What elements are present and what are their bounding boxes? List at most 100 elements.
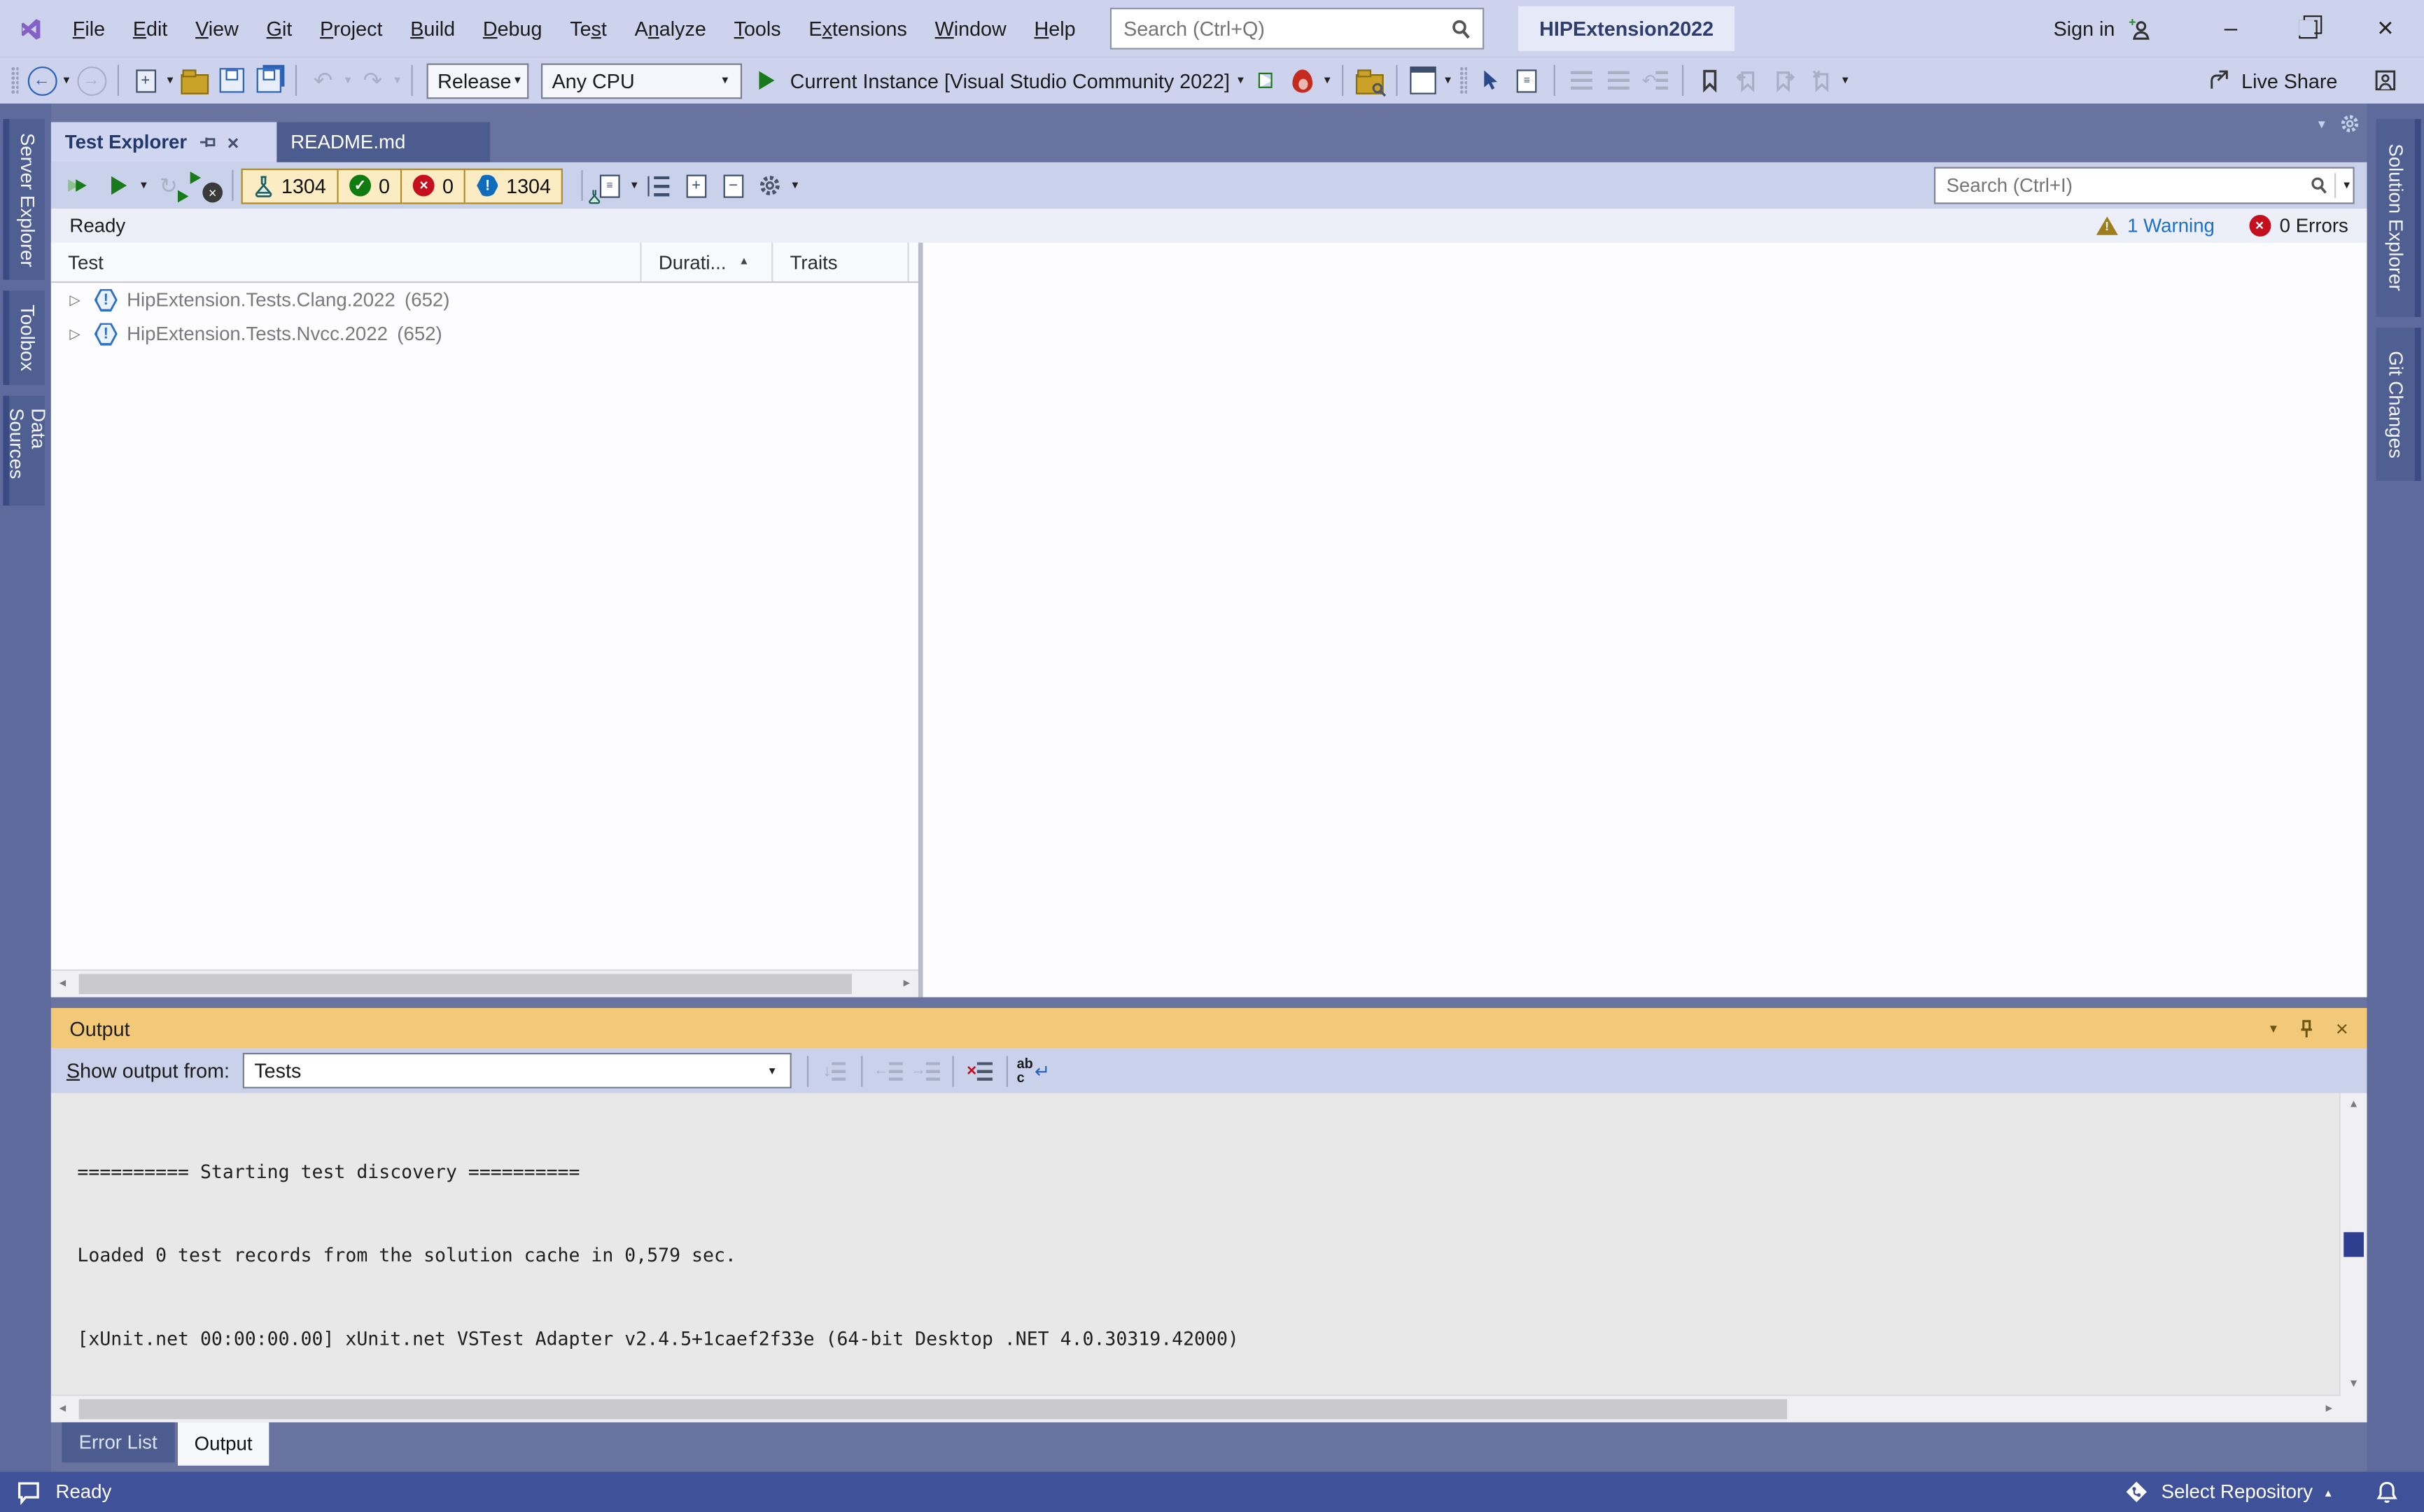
menu-file[interactable]: File <box>59 10 119 46</box>
menu-project[interactable]: Project <box>306 10 396 46</box>
select-repository-button[interactable]: Select Repository ▴ <box>2124 1480 2332 1504</box>
close-button[interactable]: × <box>2347 0 2424 57</box>
undo-button[interactable]: ↶ <box>306 62 340 99</box>
window-position-dropdown[interactable]: ▾ <box>2270 1020 2277 1037</box>
clear-bookmarks-button[interactable] <box>1804 62 1838 99</box>
menu-help[interactable]: Help <box>1021 10 1090 46</box>
feedback-bubble-icon[interactable] <box>15 1479 42 1506</box>
close-icon[interactable]: × <box>227 131 239 154</box>
previous-bookmark-button[interactable] <box>1729 62 1763 99</box>
redo-dropdown[interactable]: ▾ <box>394 74 400 87</box>
expand-all-button[interactable]: + <box>679 167 713 204</box>
feedback-button[interactable] <box>2369 62 2403 99</box>
save-button[interactable] <box>215 62 249 99</box>
test-tree-row[interactable]: ▷ ! HipExtension.Tests.Nvcc.2022 (652) <box>51 317 918 351</box>
scroll-up-button[interactable]: ▲ <box>2342 1093 2365 1116</box>
menu-analyze[interactable]: Analyze <box>621 10 720 46</box>
start-debug-button[interactable] <box>750 62 784 99</box>
test-search-input[interactable] <box>1935 175 2308 197</box>
run-target-label[interactable]: Current Instance [Visual Studio Communit… <box>790 69 1230 92</box>
tab-error-list[interactable]: Error List <box>62 1422 174 1462</box>
collapse-all-button[interactable]: − <box>716 167 750 204</box>
gear-icon[interactable] <box>2339 113 2361 134</box>
menu-tools[interactable]: Tools <box>720 10 795 46</box>
scroll-right-button[interactable]: ► <box>895 972 918 995</box>
output-title-bar[interactable]: Output ▾ × <box>51 1008 2367 1048</box>
start-without-debug-button[interactable] <box>1249 62 1283 99</box>
repeat-last-run-button[interactable]: ↻ <box>151 167 185 204</box>
navigate-back-button[interactable]: ← <box>24 62 59 99</box>
tab-test-explorer[interactable]: Test Explorer × <box>51 122 295 162</box>
sidebar-item-data-sources[interactable]: Data Sources <box>3 396 45 505</box>
document-outline-button[interactable]: ≡ <box>1510 62 1544 99</box>
tab-list-dropdown[interactable]: ▾ <box>2318 115 2325 132</box>
filter-not-run-tests-button[interactable]: ! 1304 <box>466 168 563 204</box>
new-project-button[interactable]: + <box>128 62 162 99</box>
new-project-dropdown[interactable]: ▾ <box>167 74 174 87</box>
pin-icon[interactable] <box>2297 1018 2316 1038</box>
quick-search-input[interactable] <box>1111 17 1448 40</box>
menu-extensions[interactable]: Extensions <box>795 10 921 46</box>
find-in-files-button[interactable] <box>1352 62 1387 99</box>
close-icon[interactable]: × <box>2336 1016 2348 1040</box>
configuration-combo[interactable]: Release▾ <box>427 62 529 98</box>
solution-explorer-shortcut-button[interactable] <box>1406 62 1441 99</box>
test-tree-horizontal-scrollbar[interactable]: ◄ ► <box>51 969 918 997</box>
menu-test[interactable]: Test <box>556 10 620 46</box>
indent-increase-button[interactable] <box>1601 62 1635 99</box>
toolbar-grip[interactable] <box>10 66 18 94</box>
sign-in-button[interactable]: Sign in + <box>2054 16 2152 41</box>
tab-readme[interactable]: README.md <box>276 122 490 162</box>
filter-total-tests-button[interactable]: 1304 <box>241 168 339 204</box>
scroll-down-button[interactable]: ▼ <box>2342 1373 2365 1396</box>
previous-message-button[interactable]: ← <box>871 1052 906 1089</box>
column-header-traits[interactable]: Traits <box>773 243 909 281</box>
hot-reload-button[interactable] <box>1286 62 1320 99</box>
run-tests-button[interactable] <box>102 167 136 204</box>
scroll-thumb[interactable] <box>79 1399 1788 1420</box>
playlist-dropdown[interactable]: ▾ <box>631 179 638 192</box>
pane-splitter[interactable] <box>918 243 923 997</box>
save-all-button[interactable] <box>252 62 286 99</box>
sidebar-item-solution-explorer[interactable]: Solution Explorer <box>2376 119 2421 317</box>
expander-icon[interactable]: ▷ <box>69 291 85 308</box>
filter-passed-tests-button[interactable]: ✓ 0 <box>339 168 402 204</box>
output-vertical-scrollbar[interactable]: ▲ ▼ <box>2339 1093 2367 1396</box>
select-tool-button[interactable] <box>1473 62 1507 99</box>
pin-icon[interactable] <box>198 133 217 152</box>
test-tree-row[interactable]: ▷ ! HipExtension.Tests.Clang.2022 (652) <box>51 283 918 317</box>
cancel-test-run-button[interactable]: × <box>188 167 223 204</box>
warnings-link[interactable]: ! 1 Warning <box>2096 215 2215 237</box>
open-file-button[interactable] <box>178 62 212 99</box>
output-horizontal-scrollbar[interactable]: ◄ ► <box>51 1394 2341 1422</box>
toggle-bookmark-button[interactable] <box>1692 62 1726 99</box>
menu-build[interactable]: Build <box>396 10 469 46</box>
sidebar-item-git-changes[interactable]: Git Changes <box>2376 328 2421 481</box>
scroll-left-button[interactable]: ◄ <box>51 1398 74 1421</box>
undo-dropdown[interactable]: ▾ <box>345 74 351 87</box>
window-shortcut-dropdown[interactable]: ▾ <box>1445 74 1451 87</box>
toggle-word-wrap-button[interactable]: abc ↵ <box>1016 1052 1051 1089</box>
output-log[interactable]: ========== Starting test discovery =====… <box>51 1093 2341 1396</box>
test-settings-button[interactable] <box>753 167 787 204</box>
test-settings-dropdown[interactable]: ▾ <box>792 179 799 192</box>
menu-window[interactable]: Window <box>921 10 1021 46</box>
hot-reload-dropdown[interactable]: ▾ <box>1324 74 1331 87</box>
navigate-forward-button[interactable]: → <box>74 62 108 99</box>
clear-all-button[interactable]: × <box>962 1052 997 1089</box>
scroll-left-button[interactable]: ◄ <box>51 972 74 995</box>
menu-edit[interactable]: Edit <box>119 10 181 46</box>
scroll-thumb[interactable] <box>2344 1232 2364 1256</box>
goto-message-button[interactable]: ↓ <box>817 1052 851 1089</box>
group-by-button[interactable] <box>642 167 676 204</box>
filter-failed-tests-button[interactable]: × 0 <box>402 168 466 204</box>
minimize-button[interactable]: – <box>2192 0 2269 57</box>
search-options-dropdown[interactable]: ▾ <box>2344 179 2350 192</box>
scroll-right-button[interactable]: ► <box>2318 1398 2341 1421</box>
playlist-button[interactable]: ≡ <box>593 167 627 204</box>
sidebar-item-server-explorer[interactable]: Server Explorer <box>3 119 45 280</box>
bookmark-toolbar-overflow[interactable]: ▾ <box>1842 74 1849 87</box>
run-target-dropdown[interactable]: ▾ <box>1238 74 1244 87</box>
scroll-thumb[interactable] <box>79 974 852 994</box>
navigate-back-dropdown[interactable]: ▾ <box>64 74 70 87</box>
